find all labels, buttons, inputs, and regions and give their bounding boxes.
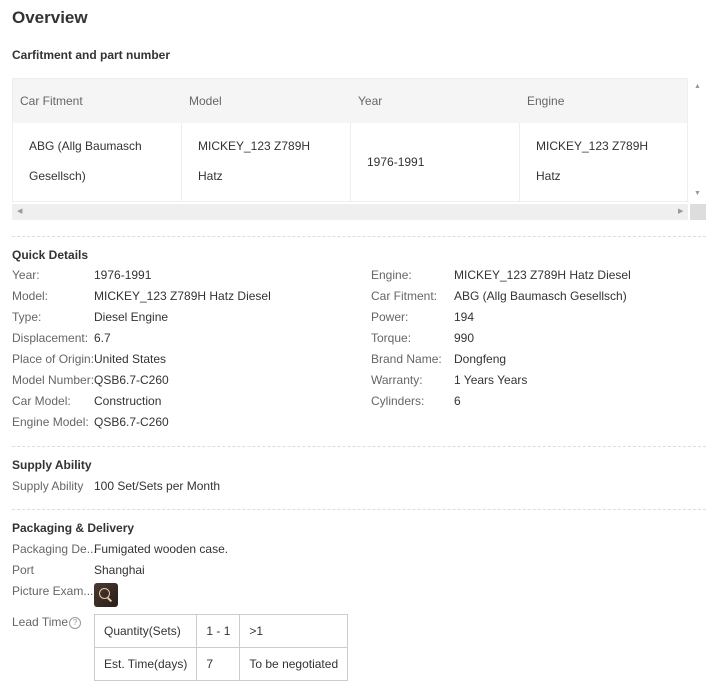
table-cell: 1 - 1 <box>196 614 241 648</box>
zoom-icon-handle <box>107 597 113 602</box>
divider <box>12 509 706 510</box>
detail-label: Power: <box>371 310 409 324</box>
cell-text: Gesellsch) <box>29 169 86 183</box>
scrollbar-corner <box>690 204 706 220</box>
section-subtitle: Carfitment and part number <box>12 48 171 62</box>
cell-year: 1976-1991 <box>351 123 520 201</box>
scroll-left-icon[interactable]: ◀ <box>17 207 22 215</box>
detail-label: Engine: <box>371 268 412 282</box>
scroll-right-icon[interactable]: ▶ <box>678 207 683 215</box>
detail-value: 6.7 <box>94 331 111 345</box>
supply-ability-value: 100 Set/Sets per Month <box>94 479 221 493</box>
cell-model: MICKEY_123 Z789H Hatz Diesel <box>182 123 351 201</box>
table-cell: Quantity(Sets) <box>93 614 198 648</box>
supply-ability-title: Supply Ability <box>12 458 92 472</box>
cell-text: Diesel <box>536 191 676 201</box>
lead-time-label: Lead Time? <box>12 615 82 629</box>
detail-value: MICKEY_123 Z789H Hatz Diesel <box>94 289 271 303</box>
lead-time-text: Lead Time <box>12 615 69 629</box>
page-title: Overview <box>12 8 88 27</box>
cell-text: MICKEY_123 Z789H Hatz <box>198 139 311 183</box>
packaging-details-label: Packaging De... <box>12 542 97 556</box>
cell-text: Diesel <box>198 191 338 201</box>
divider <box>12 446 706 447</box>
detail-value: MICKEY_123 Z789H Hatz Diesel <box>454 268 631 282</box>
fitment-table-header: Car Fitment Model Year Engine <box>13 79 687 123</box>
detail-value: 6 <box>454 394 461 408</box>
scroll-down-icon[interactable]: ▼ <box>694 190 701 197</box>
picture-example-label: Picture Exam... <box>12 584 94 598</box>
detail-value: Diesel Engine <box>94 310 169 324</box>
supply-ability-label: Supply Ability <box>12 479 84 493</box>
detail-label: Engine Model: <box>12 415 89 429</box>
table-cell: Est. Time(days) <box>93 647 198 681</box>
packaging-title: Packaging & Delivery <box>12 521 135 535</box>
detail-value: 1 Years Years <box>454 373 528 387</box>
port-label: Port <box>12 563 35 577</box>
port-value: Shanghai <box>94 563 145 577</box>
lead-time-table: Quantity(Sets) 1 - 1 >1 Est. Time(days) … <box>93 614 349 681</box>
cell-engine: MICKEY_123 Z789H Hatz Diesel <box>520 123 687 201</box>
detail-value: QSB6.7-C260 <box>94 373 169 387</box>
detail-value: Construction <box>94 394 162 408</box>
fitment-table-container: Car Fitment Model Year Engine ABG (Allg … <box>12 78 706 220</box>
table-cell: To be negotiated <box>239 647 349 681</box>
detail-label: Car Fitment: <box>371 289 438 303</box>
detail-label: Torque: <box>371 331 412 345</box>
detail-value: QSB6.7-C260 <box>94 415 169 429</box>
horizontal-scrollbar[interactable]: ◀ ▶ <box>12 204 688 220</box>
table-row: Est. Time(days) 7 To be negotiated <box>93 647 349 681</box>
detail-value: 990 <box>454 331 475 345</box>
fitment-table: Car Fitment Model Year Engine ABG (Allg … <box>12 78 688 202</box>
scroll-up-icon[interactable]: ▲ <box>694 83 701 90</box>
cell-text: MICKEY_123 Z789H Hatz <box>536 139 649 183</box>
detail-label: Brand Name: <box>371 352 442 366</box>
table-row: Quantity(Sets) 1 - 1 >1 <box>93 614 349 648</box>
help-icon[interactable]: ? <box>69 617 82 629</box>
vertical-scrollbar[interactable]: ▲ ▼ <box>690 78 706 202</box>
header-model: Model <box>189 94 222 108</box>
packaging-details-value: Fumigated wooden case. <box>94 542 229 556</box>
cell-text: 1976-1991 <box>367 155 425 169</box>
detail-value: ABG (Allg Baumasch Gesellsch) <box>454 289 627 303</box>
detail-value: Dongfeng <box>454 352 507 366</box>
detail-label: Type: <box>12 310 42 324</box>
detail-label: Displacement: <box>12 331 89 345</box>
detail-value: 1976-1991 <box>94 268 152 282</box>
divider <box>12 236 706 237</box>
detail-label: Place of Origin: <box>12 352 95 366</box>
table-cell: >1 <box>239 614 349 648</box>
quick-details-title: Quick Details <box>12 248 89 262</box>
table-cell: 7 <box>196 647 241 681</box>
detail-label: Warranty: <box>371 373 423 387</box>
detail-label: Car Model: <box>12 394 71 408</box>
detail-label: Cylinders: <box>371 394 425 408</box>
header-year: Year <box>358 94 383 108</box>
detail-label: Model: <box>12 289 49 303</box>
cell-text: ABG (Allg Baumasch <box>29 139 142 153</box>
detail-value: 194 <box>454 310 475 324</box>
detail-value: United States <box>94 352 167 366</box>
cell-car-fitment: ABG (Allg Baumasch Gesellsch) <box>13 123 182 201</box>
detail-label: Year: <box>12 268 40 282</box>
picture-example-thumbnail[interactable] <box>94 583 118 607</box>
detail-label: Model Number: <box>12 373 95 387</box>
header-engine: Engine <box>527 94 565 108</box>
header-car-fitment: Car Fitment <box>20 94 83 108</box>
